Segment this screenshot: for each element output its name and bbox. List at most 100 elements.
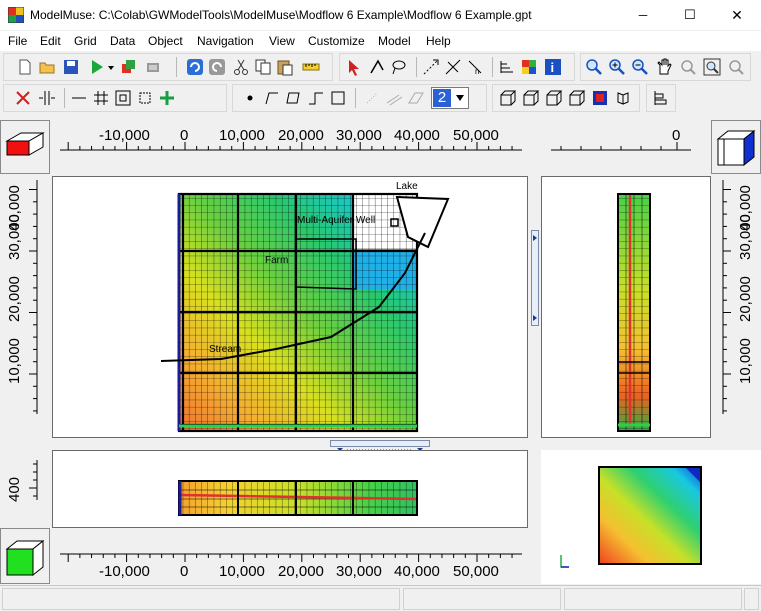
- menu-data[interactable]: Data: [110, 34, 135, 48]
- import-icon[interactable]: [144, 58, 162, 76]
- export-icon[interactable]: [120, 58, 138, 76]
- fit-grid-icon[interactable]: [114, 89, 132, 107]
- toolbar-separator: [176, 57, 177, 77]
- menu-customize[interactable]: Customize: [308, 34, 365, 48]
- info-icon[interactable]: i: [544, 58, 562, 76]
- object-toolbar: n i: [339, 53, 575, 81]
- y-tick-label: 10,000: [6, 338, 23, 384]
- smooth-grid-icon[interactable]: [136, 89, 154, 107]
- menu-grid[interactable]: Grid: [74, 34, 97, 48]
- delete-column-icon[interactable]: [14, 89, 32, 107]
- subdivide-icon[interactable]: n: [466, 58, 484, 76]
- stripe-icon[interactable]: [385, 89, 403, 107]
- zoom-in-icon[interactable]: [608, 58, 626, 76]
- grid-spacing-icon[interactable]: [498, 58, 516, 76]
- x-tick-label: 20,000: [278, 563, 324, 580]
- cube-top-icon[interactable]: [499, 89, 517, 107]
- side-ruler-ticks: [551, 142, 691, 151]
- add-vertex-icon[interactable]: [422, 58, 440, 76]
- side-view-canvas: [617, 193, 651, 432]
- top-view-canvas[interactable]: Lake Multi-Aquifer Well Farm Stream: [53, 177, 527, 437]
- save-icon[interactable]: [62, 58, 80, 76]
- y-tick-label: 10,000: [737, 338, 754, 384]
- horizontal-splitter[interactable]: [330, 440, 430, 451]
- cube-front-icon[interactable]: [522, 89, 540, 107]
- lasso-icon[interactable]: [390, 58, 408, 76]
- x-tick-label: 40,000: [394, 127, 440, 144]
- cube-side-icon[interactable]: [545, 89, 563, 107]
- menu-view[interactable]: View: [269, 34, 295, 48]
- vertical-splitter[interactable]: [531, 230, 539, 326]
- front-view-cube-button[interactable]: [0, 528, 50, 584]
- status-cell-message: [564, 588, 742, 610]
- select-vertex-icon[interactable]: [368, 58, 386, 76]
- farm-label: Farm: [265, 255, 288, 266]
- toolbar-separator: [355, 88, 356, 108]
- move-column-icon[interactable]: [38, 89, 56, 107]
- menu-navigation[interactable]: Navigation: [197, 34, 254, 48]
- redo-icon[interactable]: [208, 58, 226, 76]
- zoom-previous-icon[interactable]: [703, 58, 721, 76]
- front-view-z-ruler: 400: [0, 450, 50, 528]
- z-tick-label: 400: [6, 476, 23, 502]
- polygon-object-icon[interactable]: [285, 89, 303, 107]
- front-view-panel[interactable]: [52, 450, 528, 528]
- close-button[interactable]: ✕: [714, 0, 760, 30]
- cut-icon[interactable]: [232, 58, 250, 76]
- point-object-icon[interactable]: [241, 89, 259, 107]
- cube-3d-icon[interactable]: [568, 89, 586, 107]
- menu-bar: File Edit Grid Data Object Navigation Vi…: [0, 31, 761, 51]
- menu-object[interactable]: Object: [148, 34, 183, 48]
- rotate-icon[interactable]: [614, 89, 632, 107]
- x-tick-label: 40,000: [394, 563, 440, 580]
- add-point-icon[interactable]: [158, 89, 176, 107]
- layer-selector[interactable]: 2: [431, 87, 469, 109]
- minimize-button[interactable]: ─: [620, 0, 666, 30]
- 3d-view-panel[interactable]: [541, 450, 761, 584]
- undo-icon[interactable]: [186, 58, 204, 76]
- modelmuse-app-icon[interactable]: [7, 6, 25, 24]
- menu-model[interactable]: Model: [378, 34, 411, 48]
- layer-selector-value: 2: [433, 89, 451, 107]
- splitter-arrows-icon: [533, 235, 537, 321]
- side-view-cube-button[interactable]: [711, 120, 761, 174]
- horizontal-line-icon[interactable]: [70, 89, 88, 107]
- grid-icon[interactable]: [92, 89, 110, 107]
- zoom-next-icon[interactable]: [727, 58, 745, 76]
- x-tick-label: 10,000: [219, 127, 265, 144]
- pan-icon[interactable]: [655, 58, 673, 76]
- restore-icon[interactable]: [652, 89, 670, 107]
- open-folder-icon[interactable]: [38, 58, 56, 76]
- maximize-button[interactable]: ☐: [667, 0, 713, 30]
- straight-line-icon[interactable]: [307, 89, 325, 107]
- select-arrow-icon[interactable]: [346, 58, 364, 76]
- dots-icon[interactable]: [363, 89, 381, 107]
- stream-label: Stream: [209, 344, 241, 355]
- copy-icon[interactable]: [254, 58, 272, 76]
- dropdown-icon[interactable]: [106, 58, 116, 76]
- zoom-extents-icon[interactable]: [679, 58, 697, 76]
- zoom-out-icon[interactable]: [631, 58, 649, 76]
- menu-help[interactable]: Help: [426, 34, 451, 48]
- measure-icon[interactable]: [302, 58, 320, 76]
- delete-vertex-icon[interactable]: [444, 58, 462, 76]
- block-icon[interactable]: [407, 89, 425, 107]
- grid-toolbar: [3, 84, 227, 112]
- menu-edit[interactable]: Edit: [40, 34, 61, 48]
- top-view-y-ruler: 10,000 20,000 30,000 40,000: [0, 174, 50, 438]
- paste-icon[interactable]: [276, 58, 294, 76]
- new-file-icon[interactable]: [16, 58, 34, 76]
- line-object-icon[interactable]: [263, 89, 281, 107]
- top-view-cube-button[interactable]: [0, 120, 50, 174]
- zoom-icon[interactable]: [585, 58, 603, 76]
- rectangle-icon[interactable]: [329, 89, 347, 107]
- run-model-icon[interactable]: [88, 58, 106, 76]
- menu-file[interactable]: File: [8, 34, 27, 48]
- side-view-panel[interactable]: [541, 176, 711, 438]
- top-view-panel[interactable]: Lake Multi-Aquifer Well Farm Stream: [52, 176, 528, 438]
- color-grid-icon[interactable]: [520, 58, 538, 76]
- red-cube-icon: [5, 132, 45, 156]
- window-title: ModelMuse: C:\Colab\GWModelTools\ModelMu…: [30, 8, 532, 22]
- svg-text:n: n: [475, 67, 479, 76]
- colored-cube-icon[interactable]: [591, 89, 609, 107]
